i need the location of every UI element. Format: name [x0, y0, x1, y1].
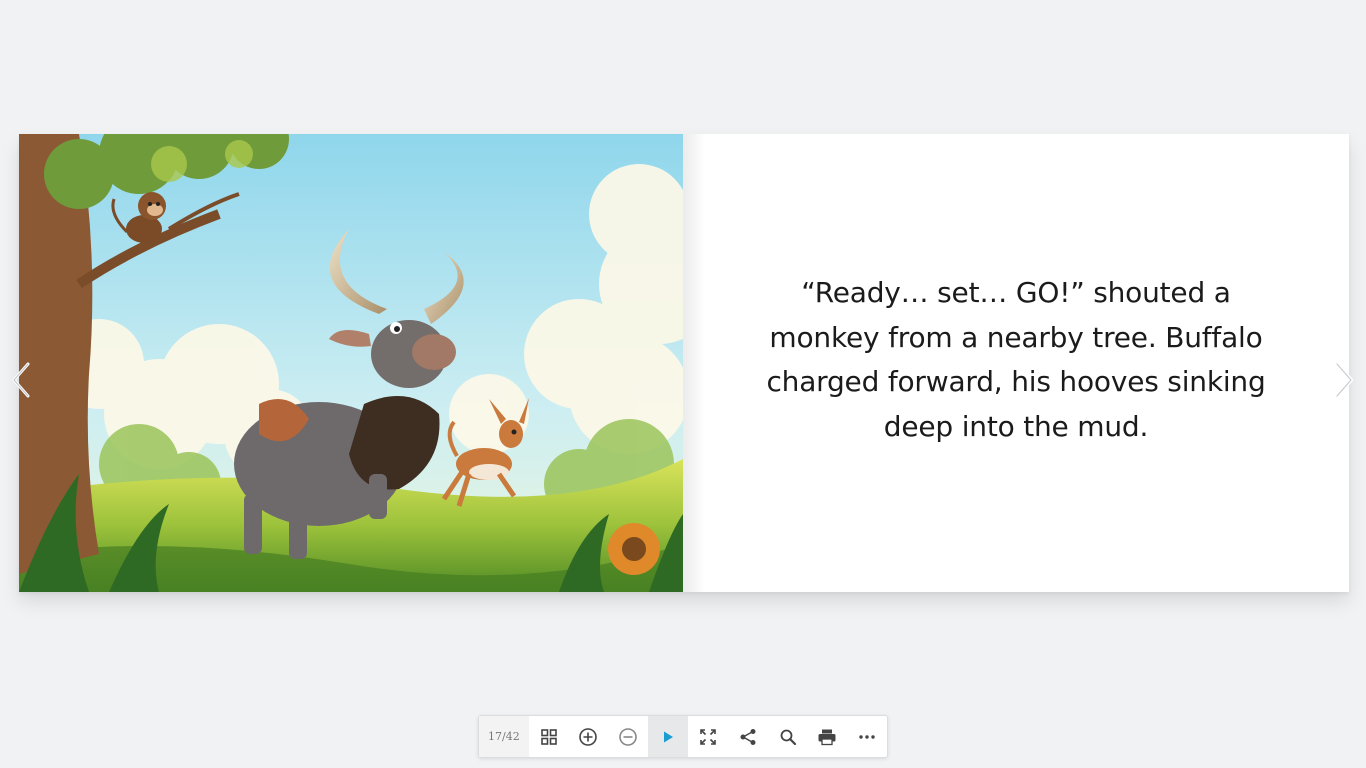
more-icon: [859, 734, 875, 739]
print-icon: [818, 729, 836, 745]
previous-page-button[interactable]: [8, 360, 36, 400]
flipbook-viewer: “Ready… set… GO!” shouted a monkey from …: [0, 0, 1366, 768]
thumbnails-button[interactable]: [529, 716, 569, 757]
zoom-out-icon: [619, 727, 638, 746]
viewer-toolbar: 17/42: [478, 715, 888, 758]
zoom-in-icon: [579, 727, 598, 746]
play-icon: [664, 731, 674, 742]
search-icon: [780, 729, 796, 745]
story-illustration: [19, 134, 683, 592]
more-options-button[interactable]: [847, 716, 887, 757]
page-counter[interactable]: 17/42: [479, 716, 529, 757]
zoom-out-button[interactable]: [608, 716, 648, 757]
text-page: “Ready… set… GO!” shouted a monkey from …: [683, 134, 1349, 592]
grid-icon: [540, 728, 557, 745]
chevron-left-icon: [12, 362, 30, 398]
story-text: “Ready… set… GO!” shouted a monkey from …: [766, 276, 1266, 443]
illustration-page: [19, 134, 683, 592]
fullscreen-button[interactable]: [688, 716, 728, 757]
book-spread: “Ready… set… GO!” shouted a monkey from …: [19, 134, 1349, 592]
share-icon: [740, 728, 756, 745]
zoom-in-button[interactable]: [569, 716, 609, 757]
next-page-button[interactable]: [1329, 360, 1357, 400]
share-button[interactable]: [728, 716, 768, 757]
fullscreen-icon: [700, 728, 716, 745]
search-button[interactable]: [768, 716, 808, 757]
print-button[interactable]: [807, 716, 847, 757]
chevron-right-icon: [1335, 362, 1353, 398]
autoplay-button[interactable]: [648, 716, 688, 757]
